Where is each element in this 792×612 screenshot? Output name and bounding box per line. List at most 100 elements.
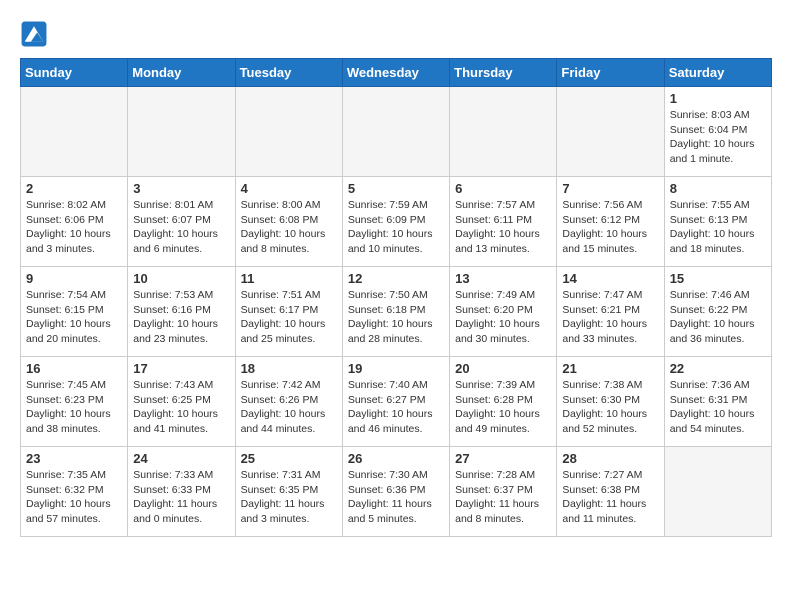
- weekday-header-row: SundayMondayTuesdayWednesdayThursdayFrid…: [21, 59, 772, 87]
- day-info: Sunrise: 7:50 AM Sunset: 6:18 PM Dayligh…: [348, 288, 444, 347]
- day-info: Sunrise: 7:35 AM Sunset: 6:32 PM Dayligh…: [26, 468, 122, 527]
- day-info: Sunrise: 7:49 AM Sunset: 6:20 PM Dayligh…: [455, 288, 551, 347]
- day-info: Sunrise: 7:56 AM Sunset: 6:12 PM Dayligh…: [562, 198, 658, 257]
- calendar-cell: 28 Sunrise: 7:27 AM Sunset: 6:38 PM Dayli…: [557, 447, 664, 537]
- weekday-header-friday: Friday: [557, 59, 664, 87]
- calendar-cell: [21, 87, 128, 177]
- day-info: Sunrise: 7:47 AM Sunset: 6:21 PM Dayligh…: [562, 288, 658, 347]
- calendar-table: SundayMondayTuesdayWednesdayThursdayFrid…: [20, 58, 772, 537]
- calendar-cell: 23 Sunrise: 7:35 AM Sunset: 6:32 PM Dayli…: [21, 447, 128, 537]
- calendar-cell: [235, 87, 342, 177]
- week-row-4: 23 Sunrise: 7:35 AM Sunset: 6:32 PM Dayli…: [21, 447, 772, 537]
- day-info: Sunrise: 7:38 AM Sunset: 6:30 PM Dayligh…: [562, 378, 658, 437]
- day-info: Sunrise: 7:27 AM Sunset: 6:38 PM Dayligh…: [562, 468, 658, 527]
- day-info: Sunrise: 7:53 AM Sunset: 6:16 PM Dayligh…: [133, 288, 229, 347]
- day-number: 8: [670, 181, 766, 196]
- day-info: Sunrise: 7:40 AM Sunset: 6:27 PM Dayligh…: [348, 378, 444, 437]
- day-info: Sunrise: 8:00 AM Sunset: 6:08 PM Dayligh…: [241, 198, 337, 257]
- day-info: Sunrise: 7:28 AM Sunset: 6:37 PM Dayligh…: [455, 468, 551, 527]
- day-number: 11: [241, 271, 337, 286]
- day-info: Sunrise: 7:31 AM Sunset: 6:35 PM Dayligh…: [241, 468, 337, 527]
- week-row-1: 2 Sunrise: 8:02 AM Sunset: 6:06 PM Daylig…: [21, 177, 772, 267]
- calendar-cell: 13 Sunrise: 7:49 AM Sunset: 6:20 PM Dayli…: [450, 267, 557, 357]
- calendar-cell: [342, 87, 449, 177]
- calendar-cell: 22 Sunrise: 7:36 AM Sunset: 6:31 PM Dayli…: [664, 357, 771, 447]
- calendar-cell: 9 Sunrise: 7:54 AM Sunset: 6:15 PM Daylig…: [21, 267, 128, 357]
- day-info: Sunrise: 7:30 AM Sunset: 6:36 PM Dayligh…: [348, 468, 444, 527]
- day-info: Sunrise: 7:51 AM Sunset: 6:17 PM Dayligh…: [241, 288, 337, 347]
- week-row-0: 1 Sunrise: 8:03 AM Sunset: 6:04 PM Daylig…: [21, 87, 772, 177]
- day-number: 19: [348, 361, 444, 376]
- day-number: 9: [26, 271, 122, 286]
- day-number: 5: [348, 181, 444, 196]
- calendar-cell: 24 Sunrise: 7:33 AM Sunset: 6:33 PM Dayli…: [128, 447, 235, 537]
- day-info: Sunrise: 7:54 AM Sunset: 6:15 PM Dayligh…: [26, 288, 122, 347]
- day-number: 13: [455, 271, 551, 286]
- weekday-header-saturday: Saturday: [664, 59, 771, 87]
- day-number: 25: [241, 451, 337, 466]
- day-info: Sunrise: 8:03 AM Sunset: 6:04 PM Dayligh…: [670, 108, 766, 167]
- day-number: 20: [455, 361, 551, 376]
- calendar-cell: 20Sunrise: 7:39 AM Sunset: 6:28 PM Dayli…: [450, 357, 557, 447]
- calendar-cell: 25 Sunrise: 7:31 AM Sunset: 6:35 PM Dayli…: [235, 447, 342, 537]
- day-number: 26: [348, 451, 444, 466]
- day-number: 18: [241, 361, 337, 376]
- calendar-cell: 18Sunrise: 7:42 AM Sunset: 6:26 PM Dayli…: [235, 357, 342, 447]
- day-number: 3: [133, 181, 229, 196]
- calendar-cell: 21 Sunrise: 7:38 AM Sunset: 6:30 PM Dayli…: [557, 357, 664, 447]
- weekday-header-tuesday: Tuesday: [235, 59, 342, 87]
- calendar-cell: 6Sunrise: 7:57 AM Sunset: 6:11 PM Daylig…: [450, 177, 557, 267]
- day-info: Sunrise: 7:43 AM Sunset: 6:25 PM Dayligh…: [133, 378, 229, 437]
- calendar-cell: 5Sunrise: 7:59 AM Sunset: 6:09 PM Daylig…: [342, 177, 449, 267]
- calendar-cell: 14 Sunrise: 7:47 AM Sunset: 6:21 PM Dayli…: [557, 267, 664, 357]
- week-row-2: 9 Sunrise: 7:54 AM Sunset: 6:15 PM Daylig…: [21, 267, 772, 357]
- day-number: 2: [26, 181, 122, 196]
- day-number: 14: [562, 271, 658, 286]
- day-number: 12: [348, 271, 444, 286]
- calendar-cell: 4Sunrise: 8:00 AM Sunset: 6:08 PM Daylig…: [235, 177, 342, 267]
- weekday-header-sunday: Sunday: [21, 59, 128, 87]
- weekday-header-wednesday: Wednesday: [342, 59, 449, 87]
- calendar-cell: 3 Sunrise: 8:01 AM Sunset: 6:07 PM Daylig…: [128, 177, 235, 267]
- calendar-cell: 11 Sunrise: 7:51 AM Sunset: 6:17 PM Dayli…: [235, 267, 342, 357]
- day-number: 7: [562, 181, 658, 196]
- day-number: 17: [133, 361, 229, 376]
- day-number: 22: [670, 361, 766, 376]
- day-info: Sunrise: 7:45 AM Sunset: 6:23 PM Dayligh…: [26, 378, 122, 437]
- day-info: Sunrise: 8:01 AM Sunset: 6:07 PM Dayligh…: [133, 198, 229, 257]
- calendar-cell: 15 Sunrise: 7:46 AM Sunset: 6:22 PM Dayli…: [664, 267, 771, 357]
- calendar-cell: 2 Sunrise: 8:02 AM Sunset: 6:06 PM Daylig…: [21, 177, 128, 267]
- calendar-cell: 8Sunrise: 7:55 AM Sunset: 6:13 PM Daylig…: [664, 177, 771, 267]
- calendar-cell: 17 Sunrise: 7:43 AM Sunset: 6:25 PM Dayli…: [128, 357, 235, 447]
- calendar-cell: [664, 447, 771, 537]
- calendar-cell: 1 Sunrise: 8:03 AM Sunset: 6:04 PM Daylig…: [664, 87, 771, 177]
- logo-icon: [20, 20, 48, 48]
- day-number: 27: [455, 451, 551, 466]
- calendar-cell: 12 Sunrise: 7:50 AM Sunset: 6:18 PM Dayli…: [342, 267, 449, 357]
- calendar-cell: 19 Sunrise: 7:40 AM Sunset: 6:27 PM Dayli…: [342, 357, 449, 447]
- day-info: Sunrise: 8:02 AM Sunset: 6:06 PM Dayligh…: [26, 198, 122, 257]
- day-number: 24: [133, 451, 229, 466]
- weekday-header-monday: Monday: [128, 59, 235, 87]
- weekday-header-thursday: Thursday: [450, 59, 557, 87]
- calendar-cell: [557, 87, 664, 177]
- day-number: 1: [670, 91, 766, 106]
- day-info: Sunrise: 7:33 AM Sunset: 6:33 PM Dayligh…: [133, 468, 229, 527]
- calendar-cell: 27 Sunrise: 7:28 AM Sunset: 6:37 PM Dayli…: [450, 447, 557, 537]
- logo: [20, 20, 52, 48]
- calendar-cell: 7 Sunrise: 7:56 AM Sunset: 6:12 PM Daylig…: [557, 177, 664, 267]
- calendar-cell: 10 Sunrise: 7:53 AM Sunset: 6:16 PM Dayli…: [128, 267, 235, 357]
- calendar-cell: [128, 87, 235, 177]
- page-header: [20, 20, 772, 48]
- day-number: 28: [562, 451, 658, 466]
- day-info: Sunrise: 7:36 AM Sunset: 6:31 PM Dayligh…: [670, 378, 766, 437]
- day-info: Sunrise: 7:46 AM Sunset: 6:22 PM Dayligh…: [670, 288, 766, 347]
- calendar-cell: 26 Sunrise: 7:30 AM Sunset: 6:36 PM Dayli…: [342, 447, 449, 537]
- day-number: 15: [670, 271, 766, 286]
- day-number: 10: [133, 271, 229, 286]
- day-number: 21: [562, 361, 658, 376]
- day-info: Sunrise: 7:57 AM Sunset: 6:11 PM Dayligh…: [455, 198, 551, 257]
- day-number: 23: [26, 451, 122, 466]
- week-row-3: 16 Sunrise: 7:45 AM Sunset: 6:23 PM Dayli…: [21, 357, 772, 447]
- day-number: 16: [26, 361, 122, 376]
